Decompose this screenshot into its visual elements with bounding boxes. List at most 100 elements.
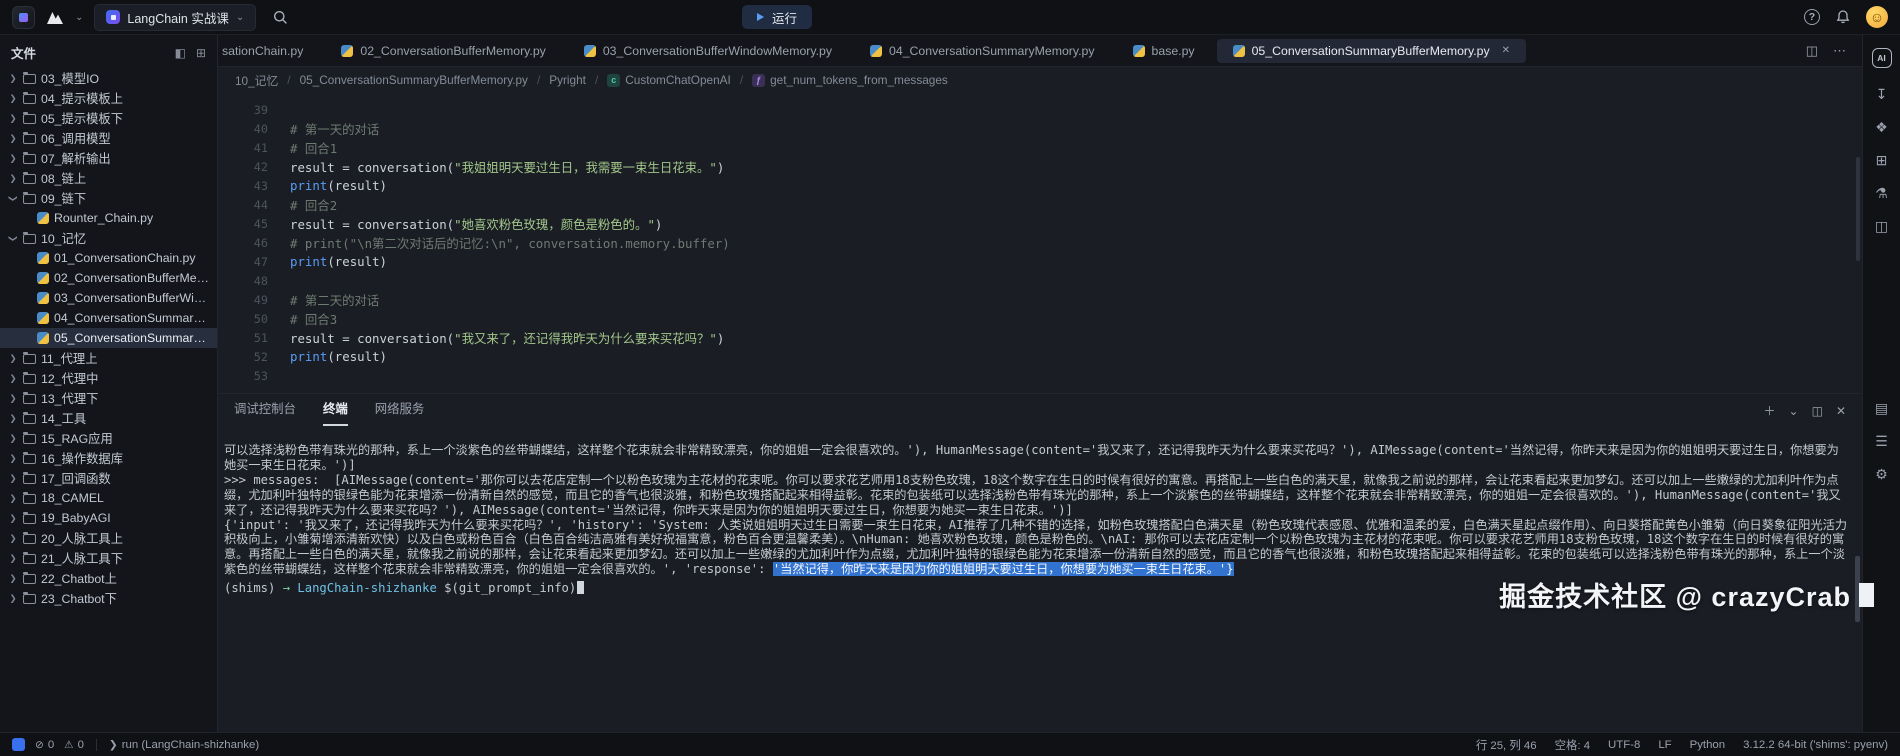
help-icon[interactable]: ? [1804,9,1820,25]
run-config[interactable]: ❯ run (LangChain-shizhanke) [109,739,259,751]
download-icon[interactable]: ↧ [1876,87,1888,101]
code-line[interactable]: 48 [218,271,1862,290]
chevron-icon[interactable]: ❯ [8,573,18,584]
code-line[interactable]: 52print(result) [218,347,1862,366]
search-icon[interactable] [273,10,288,25]
settings-gear-icon[interactable]: ⚙ [1875,467,1888,481]
tree-folder-item[interactable]: ❯10_记忆 [0,228,217,248]
tree-folder-item[interactable]: ❯23_Chatbot下 [0,588,217,608]
code-line[interactable]: 46# print("\n第二次对话后的记忆:\n", conversation… [218,233,1862,252]
terminal[interactable]: 可以选择浅粉色带有珠光的那种，系上一个淡紫色的丝带蝴蝶结，这样整个花束就会非常精… [218,426,1862,732]
chevron-icon[interactable]: ❯ [8,513,18,524]
tree-folder-item[interactable]: ❯08_链上 [0,168,217,188]
close-panel-icon[interactable]: ✕ [1836,404,1846,418]
breadcrumb-item[interactable]: Pyright [549,73,586,87]
tree-folder-item[interactable]: ❯18_CAMEL [0,488,217,508]
more-actions-icon[interactable]: ⋯ [1833,43,1846,59]
chevron-icon[interactable]: ❯ [8,593,18,604]
code-line[interactable]: 40# 第一天的对话 [218,119,1862,138]
warning-count[interactable]: ⚠ 0 [64,739,84,751]
chevron-icon[interactable]: ❯ [8,353,18,364]
editor-tab[interactable]: 05_ConversationSummaryBufferMemory.py✕ [1217,39,1526,63]
chevron-icon[interactable]: ❯ [8,173,18,184]
tree-folder-item[interactable]: ❯20_人脉工具上 [0,528,217,548]
chevron-icon[interactable]: ❯ [8,533,18,544]
panel-tab-调试控制台[interactable]: 调试控制台 [234,399,296,426]
chevron-icon[interactable]: ❯ [8,193,19,203]
tree-folder-item[interactable]: ❯11_代理上 [0,348,217,368]
chevron-icon[interactable]: ❯ [8,93,18,104]
statusbar-item[interactable]: LF [1658,739,1671,751]
chevron-icon[interactable]: ❯ [8,133,18,144]
tree-file-item[interactable]: ❯05_ConversationSummaryBuf... [0,328,217,348]
editor-scrollbar[interactable] [1856,157,1860,261]
tree-file-item[interactable]: ❯02_ConversationBufferMemor... [0,268,217,288]
ai-chat-icon[interactable]: AI [1872,48,1892,68]
layout-icon[interactable]: ◫ [1875,219,1888,233]
error-count[interactable]: ⊘ 0 [35,739,54,751]
panel-tab-网络服务[interactable]: 网络服务 [375,399,425,426]
chevron-icon[interactable]: ❯ [8,413,18,424]
editor-tab[interactable]: 03_ConversationBufferWindowMemory.py [568,39,848,63]
code-editor[interactable]: 3940# 第一天的对话41# 回合142result = conversati… [218,93,1862,393]
code-line[interactable]: 41# 回合1 [218,138,1862,157]
chevron-icon[interactable]: ❯ [8,153,18,164]
terminal-dropdown-icon[interactable]: ⌄ [1789,404,1799,418]
code-line[interactable]: 50# 回合3 [218,309,1862,328]
editor-tab[interactable]: base.py [1117,39,1211,63]
chevron-icon[interactable]: ❯ [8,553,18,564]
code-line[interactable]: 43print(result) [218,176,1862,195]
chevron-icon[interactable]: ❯ [8,233,19,243]
close-icon[interactable]: ✕ [1502,45,1510,56]
tree-folder-item[interactable]: ❯09_链下 [0,188,217,208]
docs-icon[interactable]: ▤ [1875,401,1888,415]
new-file-icon[interactable]: ⊞ [196,46,206,60]
statusbar-item[interactable]: 3.12.2 64-bit ('shims': pyenv) [1743,739,1888,751]
chevron-icon[interactable]: ❯ [8,373,18,384]
tree-file-item[interactable]: ❯Rounter_Chain.py [0,208,217,228]
chevron-icon[interactable]: ❯ [8,493,18,504]
tree-file-item[interactable]: ❯01_ConversationChain.py [0,248,217,268]
breadcrumb-item[interactable]: ƒget_num_tokens_from_messages [752,73,948,87]
tree-folder-item[interactable]: ❯15_RAG应用 [0,428,217,448]
tree-folder-item[interactable]: ❯14_工具 [0,408,217,428]
split-editor-icon[interactable]: ◫ [1806,43,1818,59]
code-line[interactable]: 51result = conversation("我又来了，还记得我昨天为什么要… [218,328,1862,347]
chevron-icon[interactable]: ❯ [8,433,18,444]
user-avatar[interactable]: ☺ [1866,6,1888,28]
statusbar-item[interactable]: 行 25, 列 46 [1476,737,1537,753]
project-selector[interactable]: LangChain 实战课 ⌄ [94,4,256,31]
breadcrumb-item[interactable]: cCustomChatOpenAI [607,73,731,87]
terminal-scrollbar[interactable] [1855,556,1860,622]
split-terminal-icon[interactable]: ◫ [1812,404,1823,418]
tree-file-item[interactable]: ❯04_ConversationSummaryMe... [0,308,217,328]
statusbar-item[interactable]: Python [1690,739,1725,751]
code-line[interactable]: 44# 回合2 [218,195,1862,214]
tree-folder-item[interactable]: ❯22_Chatbot上 [0,568,217,588]
chevron-icon[interactable]: ❯ [8,473,18,484]
new-terminal-icon[interactable]: ＋ [1764,402,1776,419]
tree-folder-item[interactable]: ❯04_提示模板上 [0,88,217,108]
chevron-icon[interactable]: ❯ [8,453,18,464]
chevron-icon[interactable]: ❯ [8,73,18,84]
tree-file-item[interactable]: ❯03_ConversationBufferWindo... [0,288,217,308]
services-icon[interactable]: ☰ [1875,434,1888,448]
chevron-icon[interactable]: ❯ [8,113,18,124]
editor-tab[interactable]: 02_ConversationBufferMemory.py [325,39,561,63]
experiments-icon[interactable]: ⚗ [1875,186,1888,200]
tree-folder-item[interactable]: ❯05_提示模板下 [0,108,217,128]
breadcrumb-item[interactable]: 10_记忆 [235,72,278,89]
tree-folder-item[interactable]: ❯06_调用模型 [0,128,217,148]
fleet-logo-icon[interactable] [46,10,64,25]
tree-folder-item[interactable]: ❯12_代理中 [0,368,217,388]
run-button[interactable]: 运行 [742,5,812,29]
panel-tab-终端[interactable]: 终端 [323,399,348,426]
remote-icon[interactable] [12,738,25,751]
code-line[interactable]: 49# 第二天的对话 [218,290,1862,309]
tree-folder-item[interactable]: ❯16_操作数据库 [0,448,217,468]
tree-folder-item[interactable]: ❯17_回调函数 [0,468,217,488]
code-line[interactable]: 39 [218,100,1862,119]
notifications-bell-icon[interactable] [1835,9,1851,25]
tree-folder-item[interactable]: ❯13_代理下 [0,388,217,408]
workspace-icon[interactable] [12,6,35,29]
